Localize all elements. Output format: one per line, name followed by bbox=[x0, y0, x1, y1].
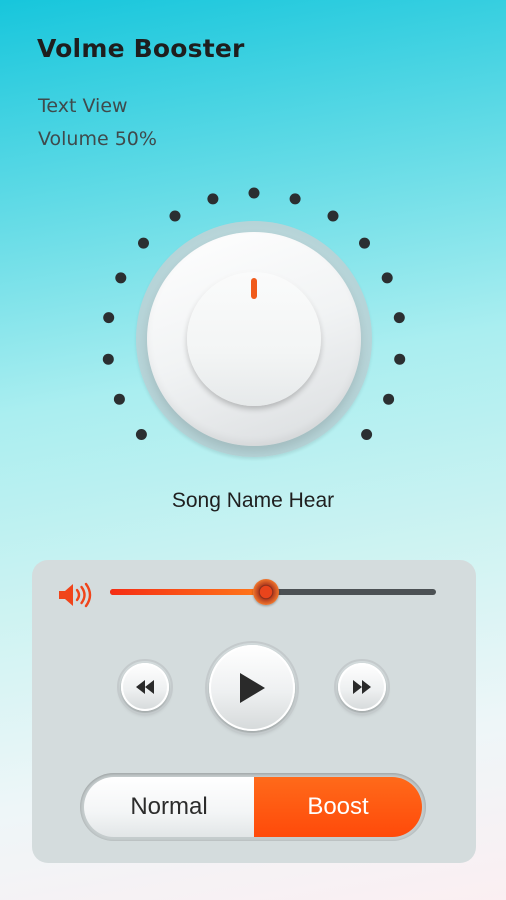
dial-dot bbox=[383, 393, 395, 405]
dial-dot bbox=[289, 193, 301, 205]
mode-boost-button[interactable]: Boost bbox=[254, 777, 422, 837]
speaker-volume-icon[interactable] bbox=[57, 582, 95, 608]
dial-dot bbox=[361, 429, 373, 440]
fast-forward-icon bbox=[353, 680, 371, 694]
dial-dot bbox=[381, 272, 393, 284]
dial-dot bbox=[169, 210, 181, 222]
mode-normal-button[interactable]: Normal bbox=[84, 777, 254, 837]
play-icon bbox=[240, 673, 265, 703]
dial-dot bbox=[394, 353, 406, 365]
volume-slider-fill bbox=[110, 589, 267, 595]
knob-indicator bbox=[251, 278, 257, 299]
dial-dot bbox=[115, 272, 127, 284]
dial-dot bbox=[138, 237, 149, 249]
dial-dot bbox=[248, 187, 260, 199]
mode-toggle[interactable]: Normal Boost bbox=[80, 773, 426, 841]
dial-dot bbox=[103, 312, 115, 324]
dial-dot bbox=[393, 312, 405, 324]
rewind-icon bbox=[136, 680, 154, 694]
dial-dot bbox=[359, 237, 370, 249]
dial-dot bbox=[135, 429, 147, 440]
dial-dot bbox=[327, 210, 339, 222]
dial-dot bbox=[113, 393, 125, 405]
play-button[interactable] bbox=[205, 641, 299, 735]
fast-forward-button[interactable] bbox=[334, 659, 390, 715]
rewind-button[interactable] bbox=[117, 659, 173, 715]
dial-dot bbox=[102, 353, 114, 365]
dial-dot bbox=[207, 193, 219, 205]
song-name: Song Name Hear bbox=[171, 489, 335, 512]
